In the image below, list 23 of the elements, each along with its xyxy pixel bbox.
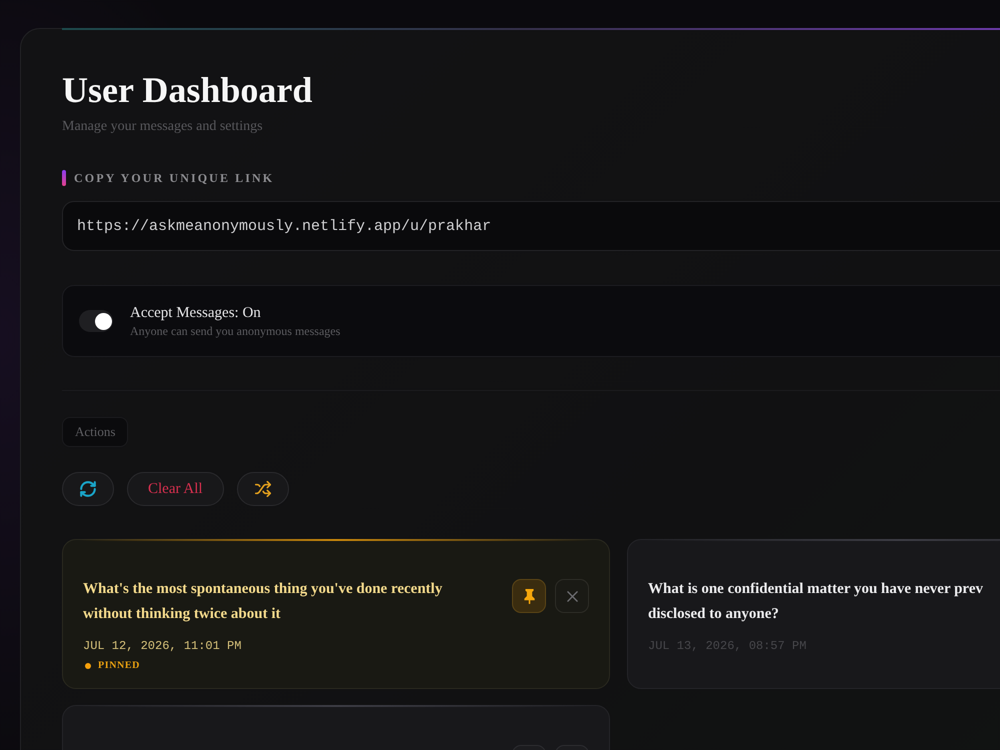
refresh-icon xyxy=(80,481,96,497)
section-chip: Actions xyxy=(62,417,128,447)
link-field[interactable]: https://askmeanonymously.netlify.app/u/prakhar xyxy=(62,201,1000,251)
message-text: What's the most spontaneous thing you've done recently without thinking twice about it xyxy=(83,580,444,624)
accent-bar-icon xyxy=(62,170,66,186)
page-subtitle: Manage your messages and settings xyxy=(62,118,263,136)
status-dot-icon xyxy=(85,663,91,669)
toggle-switch[interactable] xyxy=(79,310,113,332)
shuffle-button[interactable] xyxy=(236,472,289,506)
pin-icon xyxy=(524,588,534,604)
toggle-description: Anyone can send you anonymous messages xyxy=(130,324,340,338)
message-date: JUL 12, 2026, 11:01 PM xyxy=(83,639,242,653)
page-title: User Dashboard xyxy=(62,69,312,112)
section-label: COPY YOUR UNIQUE LINK xyxy=(74,170,274,186)
shuffle-icon xyxy=(254,481,271,497)
close-icon xyxy=(566,590,578,602)
close-button[interactable] xyxy=(555,579,589,613)
pinned-label: PINNED xyxy=(98,660,140,672)
clear-all-button[interactable]: Clear All xyxy=(127,472,224,506)
toggle-label: Accept Messages: On xyxy=(130,304,261,322)
refresh-button[interactable] xyxy=(62,472,114,506)
message-text: What is one confidential matter you have never prev disclosed to anyone? xyxy=(648,580,983,624)
pin-button[interactable] xyxy=(512,579,546,613)
